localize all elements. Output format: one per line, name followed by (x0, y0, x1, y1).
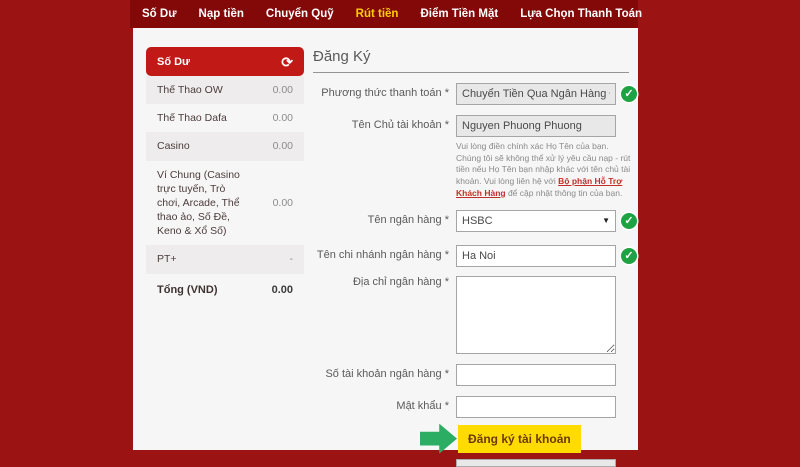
balance-value: 0.00 (273, 84, 293, 96)
check-icon: ✓ (621, 248, 637, 264)
balance-label: Ví Chung (Casino trực tuyến, Trò chơi, A… (157, 168, 243, 239)
balance-row-casino: Casino 0.00 (146, 132, 304, 160)
refresh-icon[interactable]: ⟳ (281, 55, 293, 69)
field-row-branch-name: Tên chi nhánh ngân hàng * ✓ (313, 245, 635, 267)
account-number-input[interactable] (456, 364, 616, 386)
nav-item-chuyen-quy[interactable]: Chuyển Quỹ (266, 8, 334, 20)
nav-item-diem-tien-mat[interactable]: Điểm Tiền Mặt (420, 8, 498, 20)
check-icon: ✓ (621, 213, 637, 229)
balance-label: PT+ (157, 252, 177, 266)
bank-name-select[interactable]: HSBC ▼ (456, 210, 616, 232)
account-name-input (456, 115, 616, 137)
nav-item-so-du[interactable]: Số Dư (142, 8, 177, 20)
register-account-button[interactable]: Đăng ký tài khoản (458, 425, 581, 453)
field-row-bank-name: Tên ngân hàng * HSBC ▼ ✓ (313, 210, 635, 232)
field-row-account-number: Số tài khoản ngân hàng * (313, 364, 635, 386)
balance-label: Casino (157, 139, 190, 153)
sidebar-header-title: Số Dư (157, 56, 190, 68)
account-number-label: Số tài khoản ngân hàng * (313, 368, 456, 381)
help-text-after: để cập nhật thông tin của bạn. (506, 188, 623, 198)
page-title: Đăng Ký (313, 48, 629, 73)
bank-name-label: Tên ngân hàng * (313, 214, 456, 227)
payment-method-label: Phương thức thanh toán * (313, 87, 456, 100)
payment-method-input (456, 83, 616, 105)
top-navbar: Số Dư Nạp tiền Chuyển Quỹ Rút tiền Điểm … (130, 0, 638, 28)
nav-item-rut-tien[interactable]: Rút tiền (356, 8, 399, 20)
balance-value: 0.00 (273, 197, 293, 209)
pointer-arrow-icon (420, 424, 457, 454)
password-label: Mật khẩu * (313, 400, 456, 413)
content-panel: Số Dư ⟳ Thế Thao OW 0.00 Thế Thao Dafa 0… (133, 28, 638, 450)
branch-name-label: Tên chi nhánh ngân hàng * (313, 249, 456, 262)
field-row-bank-address: Địa chỉ ngân hàng * (313, 276, 635, 354)
bank-name-selected-value: HSBC (462, 215, 493, 227)
balance-row-the-thao-ow: Thế Thao OW 0.00 (146, 76, 304, 104)
balance-value: 0.00 (273, 112, 293, 124)
balance-sidebar: Số Dư ⟳ Thế Thao OW 0.00 Thế Thao Dafa 0… (146, 47, 304, 306)
sidebar-header-balance[interactable]: Số Dư ⟳ (146, 47, 304, 76)
bank-address-label: Địa chỉ ngân hàng * (313, 276, 456, 289)
nav-item-lua-chon-thanh-toan[interactable]: Lựa Chọn Thanh Toán (520, 8, 642, 20)
total-label: Tổng (VND) (157, 283, 217, 298)
balance-value: 0.00 (273, 140, 293, 152)
balance-label: Thế Thao Dafa (157, 111, 227, 125)
nav-item-nap-tien[interactable]: Nạp tiền (199, 8, 244, 20)
field-row-payment-method: Phương thức thanh toán * ✓ (313, 83, 635, 105)
field-row-account-name: Tên Chủ tài khoản * (313, 115, 635, 137)
submit-row: Đăng ký tài khoản (420, 424, 635, 454)
partial-cutoff-element (456, 459, 616, 467)
total-value: 0.00 (272, 284, 293, 296)
account-name-help-text: Vui lòng điền chính xác Họ Tên của bạn. … (456, 141, 632, 200)
balance-value: - (290, 253, 294, 265)
balance-row-vi-chung: Ví Chung (Casino trực tuyến, Trò chơi, A… (146, 161, 304, 246)
branch-name-input[interactable] (456, 245, 616, 267)
balance-row-the-thao-dafa: Thế Thao Dafa 0.00 (146, 104, 304, 132)
password-input[interactable] (456, 396, 616, 418)
bank-address-textarea[interactable] (456, 276, 616, 354)
balance-row-pt-plus: PT+ - (146, 245, 304, 273)
balance-total-row: Tổng (VND) 0.00 (146, 274, 304, 307)
register-form: Đăng Ký Phương thức thanh toán * ✓ Tên C… (313, 28, 635, 467)
balance-label: Thế Thao OW (157, 83, 223, 97)
chevron-down-icon: ▼ (602, 216, 610, 225)
check-icon: ✓ (621, 86, 637, 102)
field-row-password: Mật khẩu * (313, 396, 635, 418)
account-name-label: Tên Chủ tài khoản * (313, 119, 456, 132)
